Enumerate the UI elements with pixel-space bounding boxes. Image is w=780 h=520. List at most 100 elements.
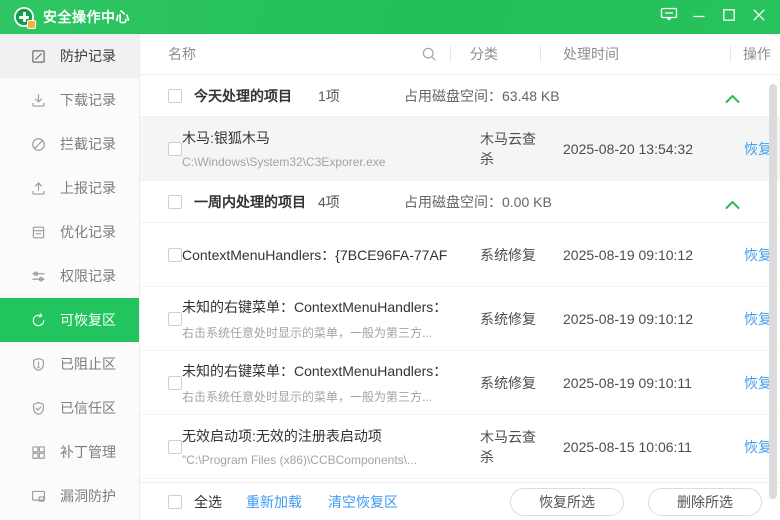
group-count: 4项 bbox=[318, 192, 404, 212]
row-category: 系统修复 bbox=[453, 309, 546, 329]
group-checkbox[interactable] bbox=[168, 195, 182, 209]
row-category: 木马云查杀 bbox=[453, 129, 546, 169]
row-checkbox[interactable] bbox=[168, 142, 182, 156]
select-all-checkbox[interactable] bbox=[168, 495, 182, 509]
sidebar-item-label: 已信任区 bbox=[60, 398, 116, 418]
row-checkbox[interactable] bbox=[168, 376, 182, 390]
group-checkbox[interactable] bbox=[168, 89, 182, 103]
group-header-week: 一周内处理的项目 4项 占用磁盘空间：0.00 KB bbox=[140, 181, 780, 223]
column-action: 操作 bbox=[731, 44, 780, 64]
row-category: 系统修复 bbox=[453, 245, 546, 265]
grid-icon bbox=[30, 444, 47, 461]
table-row: 未知的右键菜单：ContextMenuHandlers：{... 右击系统任意处… bbox=[140, 351, 780, 415]
group-title: 今天处理的项目 bbox=[194, 86, 318, 106]
sidebar-item-label: 防护记录 bbox=[60, 46, 116, 66]
sidebar-item-protection-log[interactable]: 防护记录 bbox=[0, 34, 139, 78]
row-subtitle: "C:\Program Files (x86)\CCBComponents\..… bbox=[182, 453, 447, 467]
select-all-label: 全选 bbox=[194, 492, 222, 512]
sidebar: 防护记录 下载记录 拦截记录 上报记录 优化记录 权限记录 bbox=[0, 34, 140, 520]
row-time: 2025-08-19 09:10:12 bbox=[546, 247, 736, 263]
table-row: 未知的右键菜单：ContextMenuHandlers：{... 右击系统任意处… bbox=[140, 287, 780, 351]
restore-link[interactable]: 恢复 bbox=[744, 375, 772, 391]
row-subtitle: C:\Windows\System32\C3Exporer.exe bbox=[182, 155, 447, 169]
sidebar-item-label: 上报记录 bbox=[60, 178, 116, 198]
refresh-icon bbox=[30, 312, 47, 329]
shield-check-icon bbox=[30, 400, 47, 417]
block-icon bbox=[30, 136, 47, 153]
column-time: 处理时间 bbox=[541, 44, 730, 64]
row-title: 木马:银狐木马 bbox=[182, 128, 447, 148]
row-category: 木马云查杀 bbox=[453, 427, 546, 467]
sidebar-item-label: 权限记录 bbox=[60, 266, 116, 286]
note-icon bbox=[30, 224, 47, 241]
row-checkbox[interactable] bbox=[168, 312, 182, 326]
sidebar-item-label: 优化记录 bbox=[60, 222, 116, 242]
table-row: 木马:银狐木马 C:\Windows\System32\C3Exporer.ex… bbox=[140, 117, 780, 181]
row-time: 2025-08-19 09:10:11 bbox=[546, 375, 736, 391]
restore-link[interactable]: 恢复 bbox=[744, 247, 772, 263]
sliders-icon bbox=[30, 268, 47, 285]
restore-link[interactable]: 恢复 bbox=[744, 311, 772, 327]
sidebar-item-recoverable-zone[interactable]: 可恢复区 bbox=[0, 298, 139, 342]
feedback-button[interactable] bbox=[654, 2, 684, 32]
sidebar-item-label: 补丁管理 bbox=[60, 442, 116, 462]
maximize-button[interactable] bbox=[714, 2, 744, 32]
shield-exclaim-icon bbox=[30, 356, 47, 373]
app-window: 安全操作中心 bbox=[0, 0, 780, 520]
sidebar-item-vulnerability-protection[interactable]: 漏洞防护 bbox=[0, 474, 139, 518]
row-time: 2025-08-19 09:10:12 bbox=[546, 311, 736, 327]
footer-bar: 全选 重新加载 清空恢复区 恢复所选 删除所选 bbox=[140, 482, 780, 520]
sidebar-item-optimize-log[interactable]: 优化记录 bbox=[0, 210, 139, 254]
row-category: 系统修复 bbox=[453, 373, 546, 393]
sidebar-item-patch-management[interactable]: 补丁管理 bbox=[0, 430, 139, 474]
table-header: 名称 分类 处理时间 操作 bbox=[140, 34, 780, 75]
row-time: 2025-08-20 13:54:32 bbox=[546, 141, 736, 157]
sidebar-item-trusted-zone[interactable]: 已信任区 bbox=[0, 386, 139, 430]
restore-selected-button[interactable]: 恢复所选 bbox=[510, 488, 624, 516]
row-subtitle: 右击系统任意处时显示的菜单，一般为第三方... bbox=[182, 388, 447, 405]
clear-recovery-link[interactable]: 清空恢复区 bbox=[328, 492, 398, 512]
edit-icon bbox=[30, 48, 47, 65]
window-titlebar: 安全操作中心 bbox=[0, 0, 780, 34]
scrollbar-thumb[interactable] bbox=[769, 84, 777, 499]
group-header-today: 今天处理的项目 1项 占用磁盘空间：63.48 KB bbox=[140, 75, 780, 117]
table-row: ContextMenuHandlers：{7BCE96FA-77AF-... 系… bbox=[140, 223, 780, 287]
row-time: 2025-08-15 10:06:11 bbox=[546, 439, 736, 455]
row-title: ContextMenuHandlers：{7BCE96FA-77AF-... bbox=[182, 245, 447, 265]
delete-selected-button[interactable]: 删除所选 bbox=[648, 488, 762, 516]
row-subtitle: 右击系统任意处时显示的菜单，一般为第三方... bbox=[182, 324, 447, 341]
sidebar-item-permission-log[interactable]: 权限记录 bbox=[0, 254, 139, 298]
row-checkbox[interactable] bbox=[168, 440, 182, 454]
group-count: 1项 bbox=[318, 86, 404, 106]
main-panel: 名称 分类 处理时间 操作 今天处理的项目 1项 占用磁盘空间：63.48 KB bbox=[140, 34, 780, 520]
sidebar-item-download-log[interactable]: 下载记录 bbox=[0, 78, 139, 122]
collapse-chevron-icon[interactable] bbox=[725, 197, 740, 207]
row-checkbox[interactable] bbox=[168, 248, 182, 262]
feedback-icon bbox=[660, 7, 678, 27]
column-category: 分类 bbox=[451, 44, 540, 64]
restore-link[interactable]: 恢复 bbox=[744, 439, 772, 455]
sidebar-item-blocked-zone[interactable]: 已阻止区 bbox=[0, 342, 139, 386]
reload-link[interactable]: 重新加载 bbox=[246, 492, 302, 512]
search-icon[interactable] bbox=[421, 46, 438, 63]
sidebar-item-label: 可恢复区 bbox=[60, 310, 116, 330]
sidebar-item-label: 漏洞防护 bbox=[60, 486, 116, 506]
window-title: 安全操作中心 bbox=[43, 7, 130, 27]
minimize-icon bbox=[692, 8, 706, 27]
sidebar-item-label: 已阻止区 bbox=[60, 354, 116, 374]
sidebar-item-intercept-log[interactable]: 拦截记录 bbox=[0, 122, 139, 166]
close-icon bbox=[752, 8, 766, 27]
download-icon bbox=[30, 92, 47, 109]
table-row: 无效启动项:无效的注册表启动项 "C:\Program Files (x86)\… bbox=[140, 415, 780, 479]
sidebar-item-report-log[interactable]: 上报记录 bbox=[0, 166, 139, 210]
sidebar-item-label: 下载记录 bbox=[60, 90, 116, 110]
minimize-button[interactable] bbox=[684, 2, 714, 32]
app-logo-icon bbox=[14, 7, 34, 27]
row-title: 未知的右键菜单：ContextMenuHandlers：{... bbox=[182, 297, 447, 317]
group-disk-usage: 占用磁盘空间：0.00 KB bbox=[404, 192, 552, 212]
collapse-chevron-icon[interactable] bbox=[725, 91, 740, 101]
monitor-icon bbox=[30, 488, 47, 505]
close-button[interactable] bbox=[744, 2, 774, 32]
row-title: 未知的右键菜单：ContextMenuHandlers：{... bbox=[182, 361, 447, 381]
restore-link[interactable]: 恢复 bbox=[744, 141, 772, 157]
